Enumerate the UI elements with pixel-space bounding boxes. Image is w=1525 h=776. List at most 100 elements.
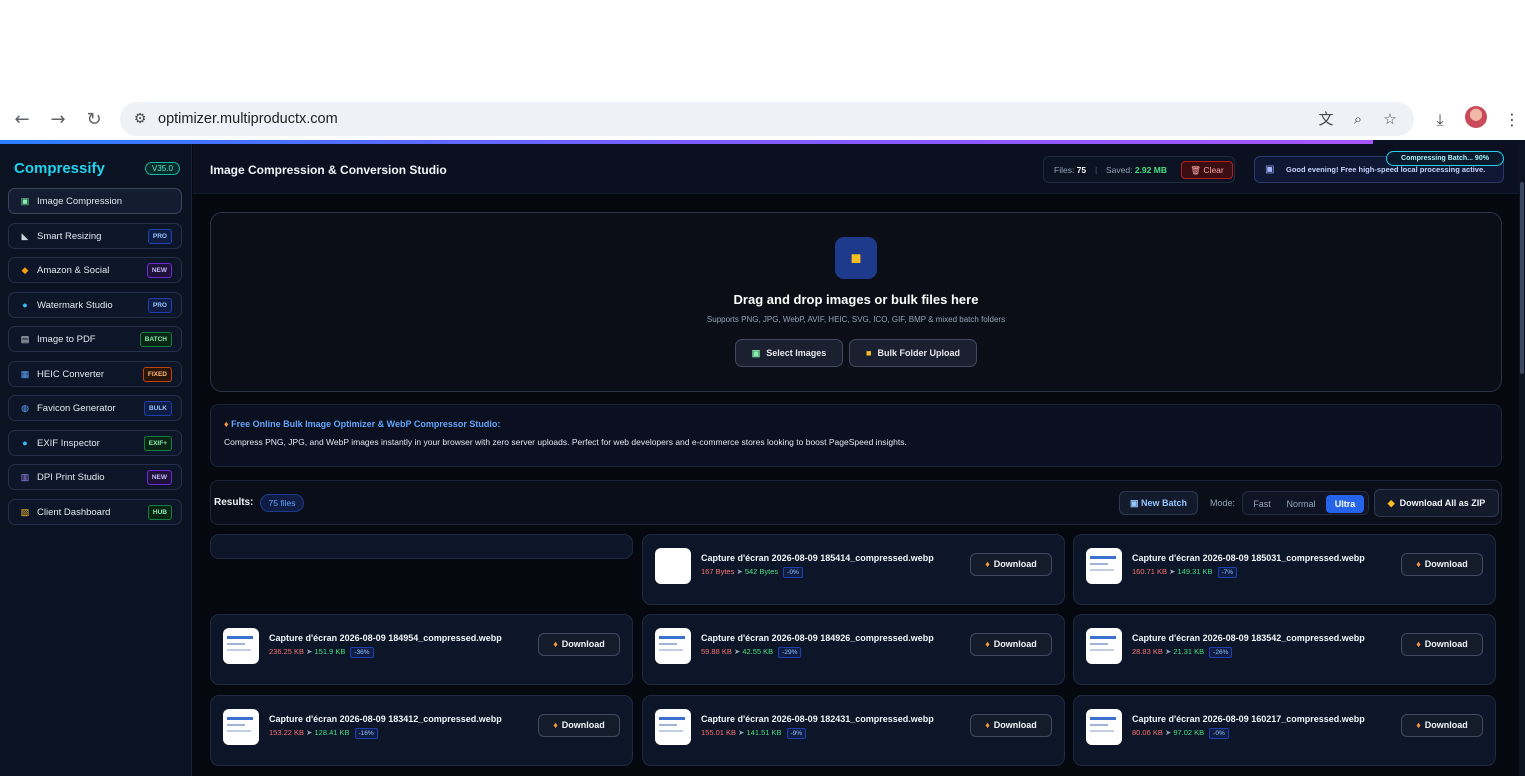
bulk-folder-upload-button[interactable]: ■ Bulk Folder Upload [849,339,977,367]
compressed-size: 128.41 KB [314,728,350,737]
sidebar-item-label: Favicon Generator [37,403,116,414]
arrow-right-icon: ➤ [1167,567,1178,576]
scrollbar[interactable] [1519,144,1525,776]
download-button[interactable]: ♦ Download [1401,633,1483,656]
download-button[interactable]: ♦ Download [970,553,1052,576]
sidebar-item-label: Smart Resizing [37,230,102,242]
fire-icon: ♦ [224,419,229,429]
result-card: Capture d'écran 2026-08-09 183412_compre… [210,695,633,766]
files-label: Files: [1054,165,1075,175]
folder-small-icon: ■ [866,348,872,358]
new-batch-button[interactable]: ▣ New Batch [1119,491,1198,515]
profile-avatar[interactable] [1465,106,1487,128]
file-name: Capture d'écran 2026-08-09 185414_compre… [701,553,934,563]
sidebar-item-label: Client Dashboard [37,506,111,518]
sidebar-item-heic-converter[interactable]: ▦ HEIC Converter FIXED [8,360,182,387]
greeting-text: Good evening! Free high-speed local proc… [1286,165,1486,174]
result-card: Capture d'écran 2026-08-09 185414_compre… [642,534,1065,605]
files-count: 75 [1076,165,1087,175]
flame-icon: ♦ [1416,639,1421,649]
sidebar-item-badge: FIXED [142,366,172,382]
savings-badge: -29% [778,647,802,658]
saved-value: 2.92 MB [1134,165,1167,175]
download-button[interactable]: ♦ Download [1401,714,1483,737]
top-header: Image Compression & Conversion Studio Fi… [193,144,1525,194]
download-label: Download [561,720,605,730]
download-button[interactable]: ♦ Download [538,633,620,656]
mode-option-ultra[interactable]: Ultra [1326,495,1364,513]
savings-badge: -0% [783,567,803,578]
file-thumbnail [655,548,691,584]
upload-dropzone[interactable]: ■ Drag and drop images or bulk files her… [210,212,1502,392]
scrollbar-thumb[interactable] [1520,182,1524,374]
dropzone-subtitle: Supports PNG, JPG, WebP, AVIF, HEIC, SVG… [706,315,1006,324]
image-icon: ▣ [751,348,761,358]
printer-icon: ▥ [20,472,30,482]
download-zip-button[interactable]: ◆ Download All as ZIP [1374,489,1499,517]
sidebar-item-favicon-generator[interactable]: ◍ Favicon Generator BULK [8,395,182,421]
zoom-icon[interactable]: ⌕ [1348,109,1368,129]
result-card: Capture d'écran 2026-08-09 183542_compre… [1073,614,1496,685]
savings-badge: -26% [1209,647,1233,658]
download-button[interactable]: ♦ Download [970,633,1052,656]
saved-label: Saved: [1106,165,1133,175]
savings-badge: -36% [350,647,374,658]
mode-option-fast[interactable]: Fast [1248,495,1276,513]
original-size: 160.71 KB [1132,567,1168,576]
file-thumbnail [1086,628,1122,664]
flame-icon: ♦ [985,720,990,730]
savings-badge: -7% [1217,567,1238,578]
address-bar[interactable]: ⚙ optimizer.multiproductx.com 文 ⌕ ☆ [120,102,1414,136]
sidebar-item-amazon-social[interactable]: ◆ Amazon & Social NEW [8,257,182,283]
original-size: 167 Bytes [701,567,735,576]
file-sizes: 28.83 KB ➤ 21.31 KB -26% [1132,647,1233,658]
arrow-right-icon: ➤ [304,728,315,737]
refresh-icon: ▣ [1129,498,1139,508]
sidebar-item-badge: NEW [146,263,172,278]
original-size: 59.88 KB [701,647,732,656]
brand-logo-text: Compressify [14,160,105,177]
download-button[interactable]: ♦ Download [1401,553,1483,576]
arrow-right-icon: ➤ [734,567,745,576]
trash-icon: 🗑 [1190,165,1202,175]
savings-badge: -0% [1209,728,1229,739]
translate-icon[interactable]: 文 [1316,109,1336,129]
arrow-right-icon: ➤ [1162,647,1174,656]
main-panel: Image Compression & Conversion Studio Fi… [193,144,1525,776]
bookmark-star-icon[interactable]: ☆ [1380,109,1400,129]
reload-icon[interactable]: ↻ [82,108,106,132]
download-icon[interactable]: ⤓ [1428,108,1452,132]
sidebar-item-watermark-studio[interactable]: ● Watermark Studio PRO [8,291,182,318]
compressing-toast: Compressing Batch... 90% [1386,151,1504,166]
back-arrow-icon[interactable]: ← [10,108,34,132]
sidebar-item-image-to-pdf[interactable]: ▤ Image to PDF BATCH [8,326,182,352]
saved-stat: Saved: 2.92 MB [1106,165,1167,175]
forward-arrow-icon[interactable]: → [46,108,70,132]
file-thumbnail [655,628,691,664]
download-button[interactable]: ♦ Download [970,714,1052,737]
browser-toolbar: ← → ↻ ⚙ optimizer.multiproductx.com 文 ⌕ … [0,100,1525,140]
document-icon: ▤ [20,334,30,344]
savings-badge: -9% [786,728,807,739]
sidebar-item-smart-resizing[interactable]: ◣ Smart Resizing PRO [8,222,182,249]
select-images-button[interactable]: ▣ Select Images [735,339,843,367]
sidebar-item-image-compression[interactable]: ▣ Image Compression [8,188,182,214]
clear-button[interactable]: 🗑 Clear [1181,161,1233,179]
file-name: Capture d'écran 2026-08-09 183542_compre… [1132,633,1365,643]
results-toolbar: Results: 75 files ▣ New Batch Mode: Fast… [210,480,1502,525]
site-settings-icon[interactable]: ⚙ [130,109,150,129]
file-name: Capture d'écran 2026-08-09 184954_compre… [269,633,502,643]
resize-icon: ◣ [21,230,29,241]
url-text[interactable]: optimizer.multiproductx.com [158,111,338,127]
sidebar-item-label: Image to PDF [37,334,96,345]
flame-icon: ♦ [1416,559,1421,569]
sidebar-item-client-dashboard[interactable]: ▧ Client Dashboard HUB [8,498,182,525]
mode-label: Mode: [1210,498,1236,508]
sidebar-item-badge: PRO [147,228,172,244]
download-button[interactable]: ♦ Download [538,714,620,737]
sidebar-item-exif-inspector[interactable]: ● EXIF Inspector EXIF+ [8,429,182,456]
sidebar-item-dpi-print-studio[interactable]: ▥ DPI Print Studio NEW [8,464,182,490]
mode-option-normal[interactable]: Normal [1281,495,1321,513]
app-root: Compressify V35.0 ▣ Image Compression ◣ Sma… [0,144,1525,776]
menu-kebab-icon[interactable]: ⋮ [1500,108,1524,132]
